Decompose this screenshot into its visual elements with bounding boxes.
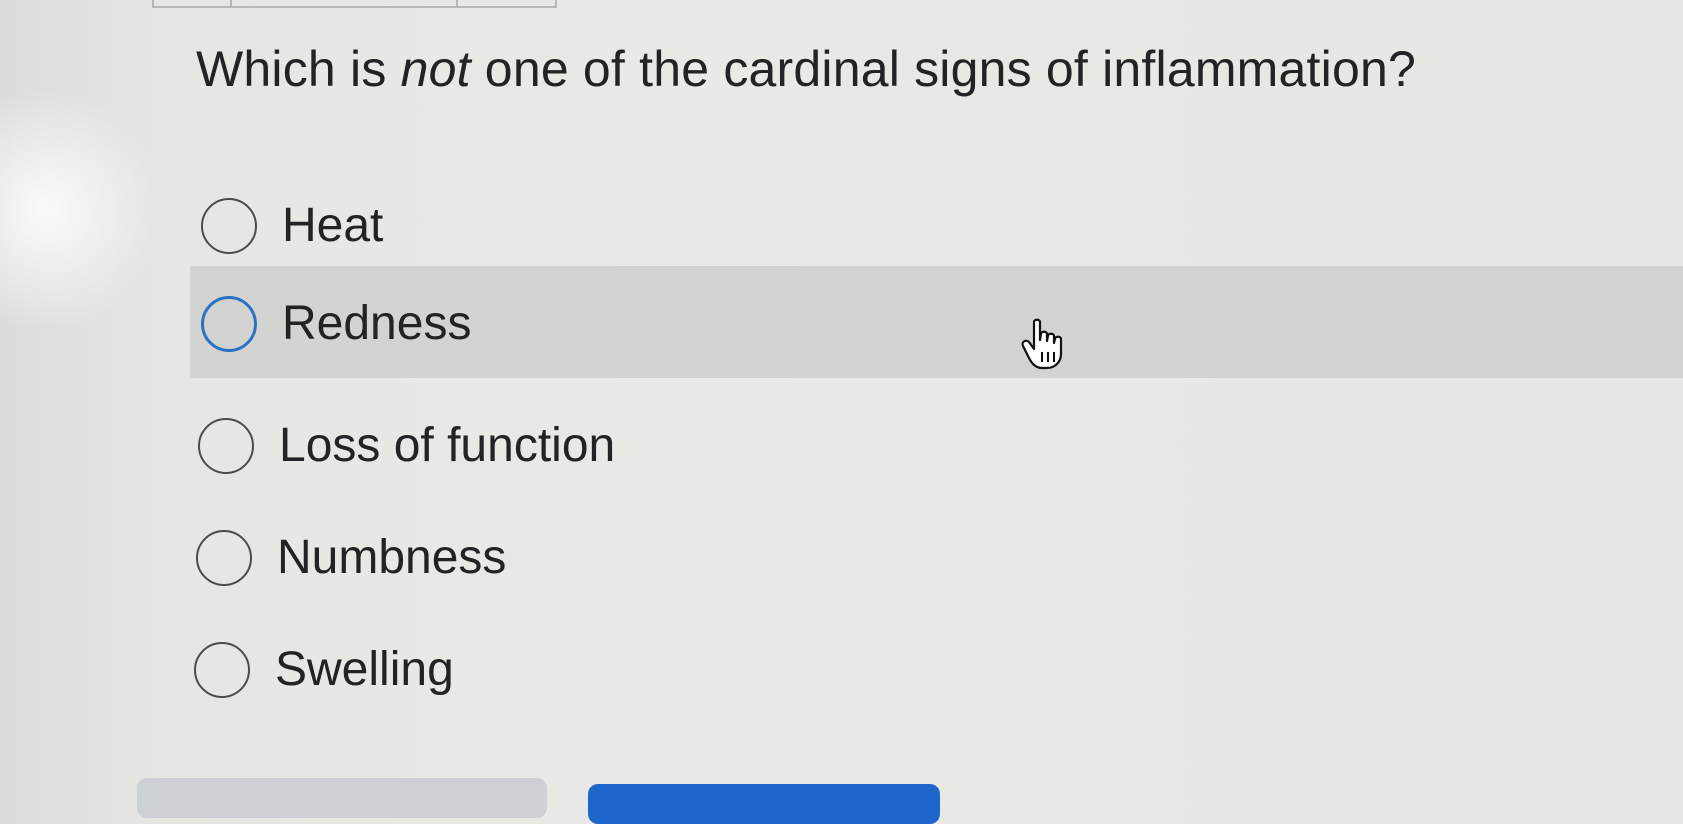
top-strip-divider <box>456 0 458 6</box>
question-prefix: Which is <box>196 41 401 97</box>
radio-button[interactable] <box>196 530 252 586</box>
pointer-hand-icon <box>1021 318 1063 370</box>
option-label: Numbness <box>277 531 507 584</box>
option-label: Swelling <box>275 643 454 696</box>
question-suffix: one of the cardinal signs of inflammatio… <box>470 41 1416 97</box>
radio-button[interactable] <box>194 642 250 698</box>
option-loss-of-function[interactable]: Loss of function <box>190 390 1683 502</box>
option-label: Redness <box>282 297 472 350</box>
question-emphasis: not <box>400 41 471 97</box>
screen-glare <box>0 90 160 330</box>
question-text: Which is not one of the cardinal signs o… <box>196 40 1416 98</box>
primary-button[interactable] <box>588 784 940 824</box>
option-label: Loss of function <box>279 419 616 472</box>
option-swelling[interactable]: Swelling <box>190 614 1683 726</box>
option-label: Heat <box>282 199 384 252</box>
radio-button[interactable] <box>198 418 254 474</box>
radio-button[interactable] <box>201 198 257 254</box>
option-numbness[interactable]: Numbness <box>190 502 1683 614</box>
option-redness[interactable]: Redness <box>190 266 1683 378</box>
top-strip-divider <box>230 0 232 6</box>
top-input-strip <box>152 0 557 8</box>
secondary-button[interactable] <box>137 778 547 818</box>
radio-button[interactable] <box>201 296 257 352</box>
